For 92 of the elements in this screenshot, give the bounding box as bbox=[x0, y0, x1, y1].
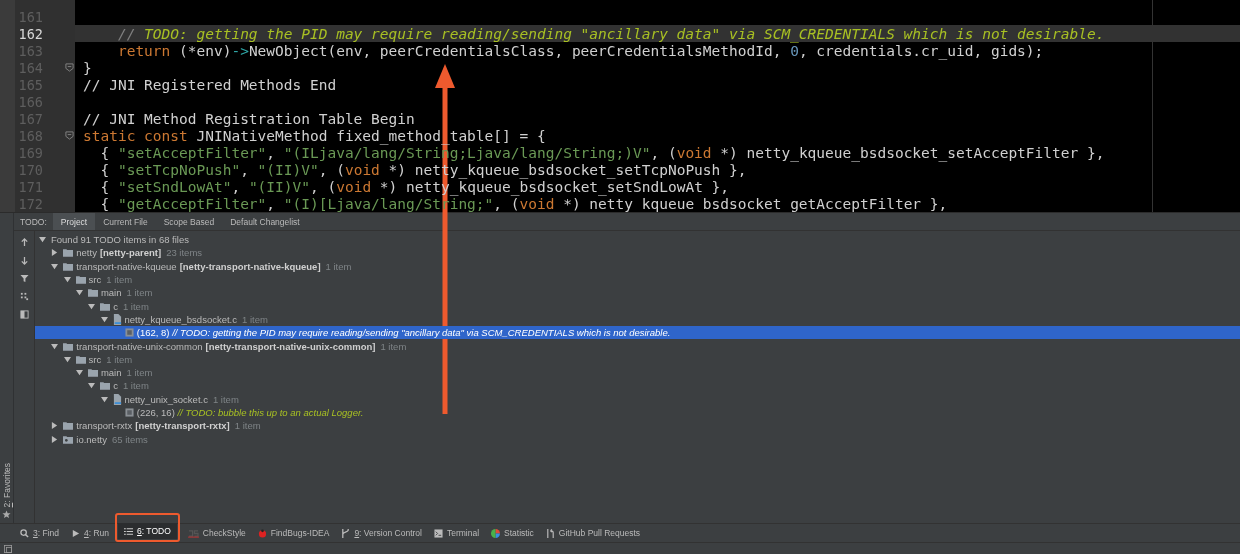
folder-icon bbox=[100, 301, 111, 311]
package-folder-icon bbox=[63, 434, 74, 444]
item-count: 1 item bbox=[380, 340, 407, 352]
star-icon bbox=[2, 510, 11, 519]
filter-icon[interactable] bbox=[19, 274, 29, 283]
layout-icon[interactable] bbox=[4, 544, 12, 553]
line-number: 162 bbox=[17, 25, 43, 42]
tool-window-button[interactable]: GitHub Pull Requests bbox=[539, 525, 647, 541]
code-line: return (*env)->NewObject(env, peerCredentialsClass, peerCredentialsMethodId, 0, credentials.cr_uid, gids); bbox=[116, 42, 1044, 59]
item-count: 1 item bbox=[126, 287, 153, 299]
expand-arrow-icon[interactable] bbox=[51, 262, 61, 270]
item-count: 65 items bbox=[111, 433, 148, 445]
expand-arrow-icon[interactable] bbox=[63, 355, 73, 363]
folder-icon bbox=[63, 248, 74, 258]
folder-icon bbox=[87, 368, 98, 378]
todo-item[interactable]: (226, 16) // TODO: bubble this up to an actual Logger. bbox=[136, 407, 364, 418]
item-count: 1 item bbox=[242, 313, 268, 325]
code-line: } bbox=[83, 59, 92, 76]
item-count: 1 item bbox=[212, 393, 239, 405]
expand-arrow-icon[interactable] bbox=[100, 395, 110, 403]
tree-node[interactable]: c bbox=[113, 300, 118, 312]
folder-icon bbox=[75, 275, 86, 285]
item-count: 1 item bbox=[126, 367, 153, 379]
scope-tab[interactable]: Current File bbox=[95, 213, 156, 230]
code-line: // TODO: getting the PID may require reading/sending "ancillary data" via SCM_CREDENTIALS which is not desirable. bbox=[116, 25, 1105, 42]
tool-window-button[interactable]: CheckStyle bbox=[181, 525, 252, 541]
expand-arrow-icon[interactable] bbox=[75, 369, 85, 377]
folder-icon bbox=[63, 421, 74, 431]
tree-node[interactable]: main bbox=[100, 367, 122, 379]
tree-node[interactable]: main bbox=[100, 287, 122, 299]
tool-window-button[interactable]: 6: TODO bbox=[118, 523, 177, 539]
todo-item-icon bbox=[124, 328, 134, 338]
fold-marker-icon[interactable] bbox=[65, 63, 74, 72]
folder-icon bbox=[75, 354, 86, 364]
tree-node[interactable]: transport-native-unix-common [netty-transport-native-unix-common] bbox=[76, 340, 376, 352]
tree-node[interactable]: src bbox=[88, 274, 102, 286]
scope-tab[interactable]: Default Changelist bbox=[222, 213, 308, 230]
expand-arrow-icon[interactable] bbox=[88, 382, 98, 390]
tool-window-button[interactable]: FindBugs-IDEA bbox=[251, 525, 336, 541]
tool-window-button[interactable]: Statistic bbox=[485, 525, 540, 541]
group-icon[interactable] bbox=[19, 292, 29, 301]
item-count: 1 item bbox=[122, 300, 149, 312]
scope-tab[interactable]: Project bbox=[52, 213, 96, 230]
item-count: 1 item bbox=[122, 380, 149, 392]
expand-arrow-icon[interactable] bbox=[75, 289, 85, 297]
item-count: 1 item bbox=[325, 260, 352, 272]
item-count: 1 item bbox=[106, 274, 133, 286]
tree-node[interactable]: transport-rxtx [netty-transport-rxtx] bbox=[76, 420, 230, 432]
folder-icon bbox=[87, 288, 98, 298]
checkstyle-icon bbox=[187, 528, 199, 538]
code-line: // JNI Method Registration Table Begin bbox=[83, 110, 415, 127]
item-count: 1 item bbox=[106, 353, 133, 365]
tree-node[interactable]: netty_unix_socket.c bbox=[124, 393, 208, 405]
tool-window-button[interactable]: 3: Find bbox=[14, 525, 65, 541]
arrow-up-icon[interactable] bbox=[19, 238, 29, 247]
panel-label: TODO: bbox=[19, 215, 48, 229]
folder-icon bbox=[100, 381, 111, 391]
search-summary: Found 91 TODO items in 68 files bbox=[51, 234, 189, 246]
tree-node[interactable]: c bbox=[113, 380, 118, 392]
branch-icon bbox=[341, 528, 351, 538]
tree-node[interactable]: src bbox=[88, 353, 102, 365]
expand-arrow-icon[interactable] bbox=[88, 302, 98, 310]
c-file-icon bbox=[112, 393, 122, 405]
list-icon bbox=[124, 526, 134, 536]
bug-icon bbox=[257, 528, 267, 538]
tool-window-button[interactable]: 4: Run bbox=[65, 525, 116, 541]
fold-marker-icon[interactable] bbox=[65, 131, 74, 140]
todo-item-icon bbox=[124, 408, 134, 417]
tree-node[interactable]: io.netty bbox=[76, 433, 107, 445]
folder-icon bbox=[63, 261, 74, 271]
tree-node[interactable]: transport-native-kqueue [netty-transport-native-kqueue] bbox=[76, 260, 321, 272]
expand-arrow-icon[interactable] bbox=[51, 342, 61, 350]
pie-chart-icon bbox=[491, 528, 501, 538]
tool-window-button[interactable]: 9: Version Control bbox=[335, 525, 428, 541]
terminal-icon bbox=[433, 528, 443, 538]
code-line: // JNI Registered Methods End bbox=[83, 76, 337, 93]
tree-node[interactable]: netty_kqueue_bsdsocket.c bbox=[124, 313, 237, 325]
play-icon bbox=[71, 528, 80, 538]
expand-arrow-icon[interactable] bbox=[63, 276, 73, 284]
tree-node[interactable]: netty [netty-parent] bbox=[76, 247, 162, 259]
expand-arrow-icon[interactable] bbox=[100, 315, 110, 323]
item-count: 23 items bbox=[166, 247, 203, 259]
scope-tab[interactable]: Scope Based bbox=[155, 213, 223, 230]
pull-request-icon bbox=[545, 528, 555, 538]
search-icon bbox=[20, 528, 29, 538]
item-count: 1 item bbox=[234, 420, 261, 432]
arrow-down-icon[interactable] bbox=[19, 256, 29, 265]
favorites-tab[interactable]: 2: Favorites bbox=[0, 462, 13, 519]
c-file-icon bbox=[112, 313, 122, 325]
preview-panel-icon[interactable] bbox=[19, 310, 29, 319]
tool-window-button[interactable]: Terminal bbox=[427, 525, 486, 541]
expand-arrow-icon[interactable] bbox=[39, 236, 48, 244]
